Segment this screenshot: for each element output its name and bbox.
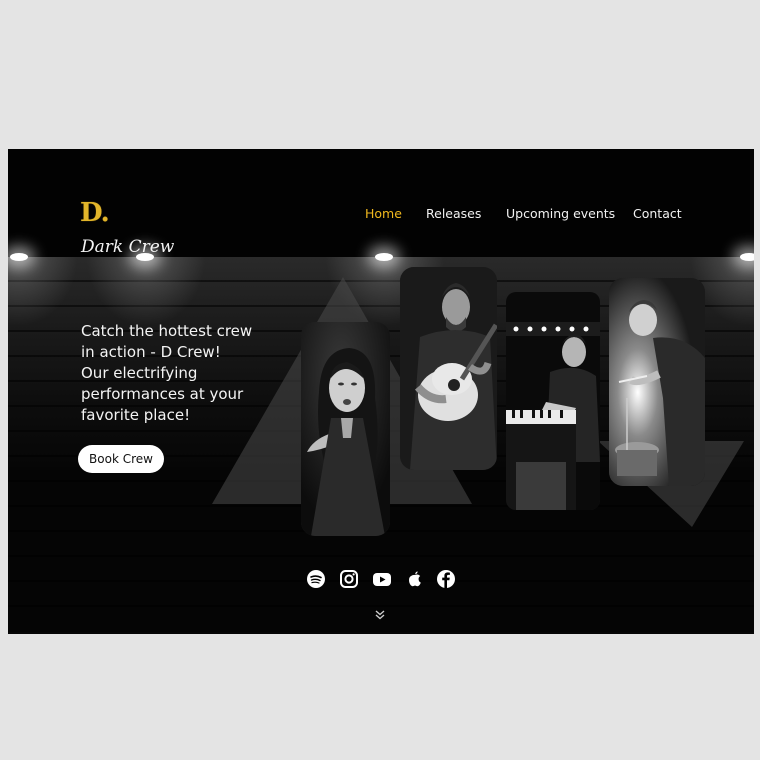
pianist-photo [506, 292, 600, 510]
gallery-card-pianist [506, 292, 600, 510]
nav-home[interactable]: Home [365, 206, 402, 221]
gallery-card-drummer [609, 278, 705, 486]
nav-contact[interactable]: Contact [633, 206, 682, 221]
nav-upcoming-events[interactable]: Upcoming events [506, 206, 615, 221]
main-nav: Home Releases Upcoming events Contact [8, 206, 754, 226]
instagram-icon[interactable] [339, 569, 359, 589]
drummer-photo [609, 278, 705, 486]
youtube-icon[interactable] [372, 569, 392, 589]
logo-name[interactable]: Dark Crew [81, 237, 174, 257]
singer-photo [301, 322, 390, 536]
hero-section: D. Dark Crew Home Releases Upcoming even… [8, 149, 754, 634]
apple-icon[interactable] [405, 569, 425, 589]
nav-releases[interactable]: Releases [426, 206, 481, 221]
chevron-down-icon[interactable] [373, 609, 387, 621]
hero-headline: Catch the hottest crew in action - D Cre… [81, 322, 253, 424]
guitarist-photo [400, 267, 497, 470]
facebook-icon[interactable] [436, 569, 456, 589]
social-links [8, 569, 754, 591]
gallery-card-singer [301, 322, 390, 536]
spotify-icon[interactable] [306, 569, 326, 589]
gallery-card-guitarist [400, 267, 497, 470]
book-crew-button[interactable]: Book Crew [78, 445, 164, 473]
